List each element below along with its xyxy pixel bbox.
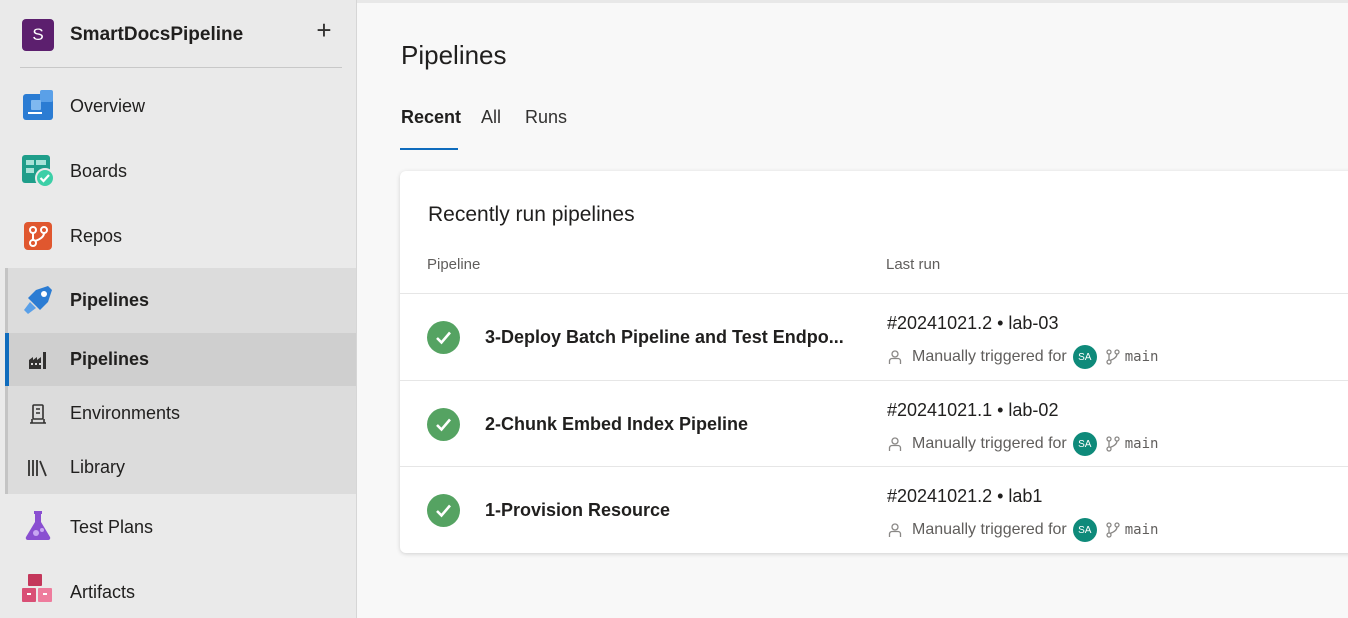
success-status-icon bbox=[427, 408, 460, 441]
pipeline-row[interactable]: 2-Chunk Embed Index Pipeline #20241021.1… bbox=[400, 380, 1348, 466]
sidebar-item-pipelines[interactable]: Pipelines bbox=[0, 268, 357, 332]
branch-name: main bbox=[1124, 349, 1159, 365]
sidebar-item-label: Repos bbox=[70, 226, 123, 246]
page-title: Pipelines bbox=[401, 40, 507, 70]
pipeline-name[interactable]: 3-Deploy Batch Pipeline and Test Endpo..… bbox=[485, 327, 844, 348]
branch-name: main bbox=[1124, 436, 1159, 452]
column-header-pipeline: Pipeline bbox=[427, 256, 481, 273]
sidebar-item-label: Artifacts bbox=[70, 582, 136, 602]
pipeline-row[interactable]: 3-Deploy Batch Pipeline and Test Endpo..… bbox=[400, 293, 1348, 379]
sidebar-item-label: Library bbox=[70, 457, 126, 477]
sidebar-item-label: Test Plans bbox=[70, 517, 154, 537]
pipeline-row[interactable]: 1-Provision Resource #20241021.2 • lab1 … bbox=[400, 466, 1348, 552]
run-meta: Manually triggered for SA main bbox=[887, 432, 1158, 456]
sidebar: S SmartDocsPipeline + Overview Boards Re… bbox=[0, 0, 357, 618]
artifacts-icon bbox=[22, 574, 52, 602]
branch-icon bbox=[1106, 522, 1120, 538]
active-tab-indicator bbox=[400, 148, 458, 150]
overview-icon bbox=[23, 90, 53, 120]
sidebar-subitem-library[interactable]: Library bbox=[0, 441, 357, 495]
sidebar-item-label: Pipelines bbox=[70, 349, 150, 369]
run-meta: Manually triggered for SA main bbox=[887, 345, 1158, 369]
success-status-icon bbox=[427, 494, 460, 527]
branch-icon bbox=[1106, 436, 1120, 452]
person-icon bbox=[888, 523, 902, 537]
pipelines-sub-icon bbox=[29, 352, 46, 369]
branch-icon bbox=[1106, 349, 1120, 365]
sidebar-item-overview[interactable]: Overview bbox=[0, 74, 357, 138]
card-title: Recently run pipelines bbox=[428, 203, 635, 226]
run-id[interactable]: #20241021.2 • lab1 bbox=[887, 486, 1042, 507]
trigger-text: Manually triggered for bbox=[912, 348, 1067, 365]
person-icon bbox=[888, 437, 902, 451]
run-id[interactable]: #20241021.2 • lab-03 bbox=[887, 313, 1058, 334]
boards-icon bbox=[22, 155, 54, 187]
tab-recent[interactable]: Recent bbox=[401, 107, 461, 128]
top-border bbox=[357, 0, 1348, 3]
avatar[interactable]: SA bbox=[1072, 345, 1097, 369]
success-status-icon bbox=[427, 321, 460, 354]
project-name[interactable]: SmartDocsPipeline bbox=[70, 24, 243, 46]
sidebar-item-repos[interactable]: Repos bbox=[0, 204, 357, 268]
tab-all[interactable]: All bbox=[481, 107, 501, 128]
recent-pipelines-card: Recently run pipelines Pipeline Last run… bbox=[400, 171, 1348, 553]
environments-icon bbox=[30, 404, 46, 424]
sidebar-item-label: Boards bbox=[70, 161, 128, 181]
pipelines-icon bbox=[24, 286, 52, 314]
run-id[interactable]: #20241021.1 • lab-02 bbox=[887, 400, 1058, 421]
avatar[interactable]: SA bbox=[1072, 432, 1097, 456]
project-header: S SmartDocsPipeline + bbox=[0, 0, 357, 68]
branch-name: main bbox=[1124, 522, 1159, 538]
run-meta: Manually triggered for SA main bbox=[887, 518, 1158, 542]
sidebar-subitem-pipelines[interactable]: Pipelines bbox=[0, 333, 357, 386]
avatar[interactable]: SA bbox=[1072, 518, 1097, 542]
sidebar-item-artifacts[interactable]: Artifacts bbox=[0, 560, 357, 618]
column-header-last-run: Last run bbox=[886, 256, 941, 273]
sidebar-item-label: Environments bbox=[70, 403, 181, 423]
sidebar-item-label: Pipelines bbox=[70, 290, 150, 310]
repos-icon bbox=[24, 222, 52, 250]
test-plans-icon bbox=[25, 511, 51, 541]
trigger-text: Manually triggered for bbox=[912, 435, 1067, 452]
tab-runs[interactable]: Runs bbox=[525, 107, 567, 128]
person-icon bbox=[888, 350, 902, 364]
project-avatar[interactable]: S bbox=[22, 19, 54, 51]
new-item-button[interactable]: + bbox=[312, 17, 336, 43]
pipeline-name[interactable]: 2-Chunk Embed Index Pipeline bbox=[485, 414, 748, 435]
library-icon bbox=[28, 460, 47, 477]
divider bbox=[20, 67, 342, 68]
trigger-text: Manually triggered for bbox=[912, 521, 1067, 538]
sidebar-item-label: Overview bbox=[70, 96, 146, 116]
sidebar-item-test-plans[interactable]: Test Plans bbox=[0, 495, 357, 559]
sidebar-subitem-environments[interactable]: Environments bbox=[0, 387, 357, 441]
sidebar-item-boards[interactable]: Boards bbox=[0, 139, 357, 203]
pipeline-name[interactable]: 1-Provision Resource bbox=[485, 500, 670, 521]
